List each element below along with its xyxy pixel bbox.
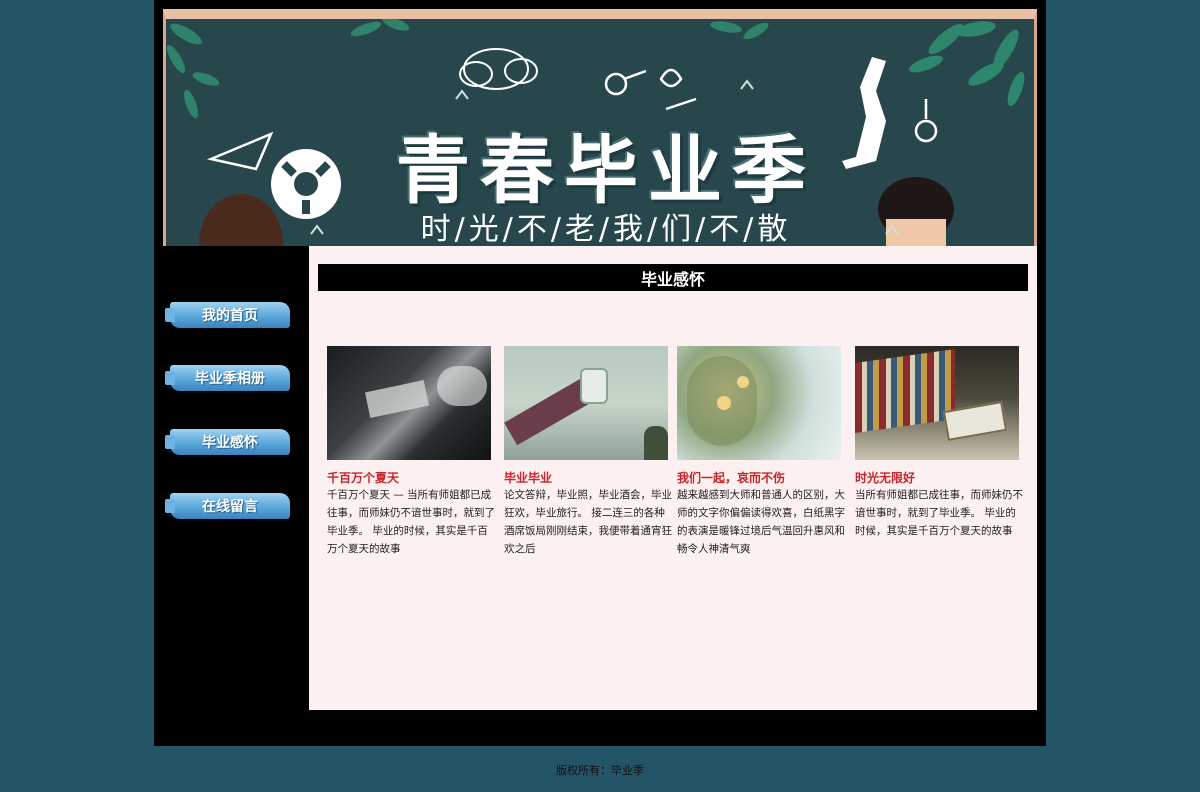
nav-item-home[interactable]: 我的首页	[165, 302, 290, 328]
nav-item-reflections[interactable]: 毕业感怀	[165, 429, 290, 455]
article-title[interactable]: 我们一起，哀而不伤	[677, 470, 845, 486]
article-thumbnail[interactable]	[504, 346, 668, 460]
header-banner: 青春毕业季 时/光/不/老/我/们/不/散	[163, 9, 1037, 246]
article-thumbnail[interactable]	[855, 346, 1019, 460]
article-title[interactable]: 毕业毕业	[504, 470, 672, 486]
banner-title: 青春毕业季	[396, 128, 816, 214]
section-title: 毕业感怀	[318, 264, 1028, 291]
article-card[interactable]: 时光无限好 当所有师姐都已成往事，而师妹仍不谙世事时，就到了毕业季。 毕业的时候…	[855, 346, 1023, 540]
article-title[interactable]: 时光无限好	[855, 470, 1023, 486]
footer-copyright: 版权所有：毕业季	[556, 764, 644, 777]
article-summary: 当所有师姐都已成往事，而师妹仍不谙世事时，就到了毕业季。 毕业的时候，其实是千百…	[855, 489, 1023, 537]
article-thumbnail[interactable]	[677, 346, 841, 460]
main-content: 毕业感怀 千百万个夏天 千百万个夏天 — 当所有师姐都已成往事，而师妹仍不谙世事…	[309, 246, 1037, 710]
article-summary: 论文答辩，毕业照，毕业酒会，毕业狂欢，毕业旅行。 接二连三的各种酒席饭局刚刚结束…	[504, 489, 672, 555]
article-card[interactable]: 我们一起，哀而不伤 越来越感到大师和普通人的区别，大师的文字你偏偏读得欢喜，白纸…	[677, 346, 845, 558]
article-card[interactable]: 毕业毕业 论文答辩，毕业照，毕业酒会，毕业狂欢，毕业旅行。 接二连三的各种酒席饭…	[504, 346, 672, 558]
article-card[interactable]: 千百万个夏天 千百万个夏天 — 当所有师姐都已成往事，而师妹仍不谙世事时，就到了…	[327, 346, 495, 558]
article-summary: 千百万个夏天 — 当所有师姐都已成往事，而师妹仍不谙世事时，就到了毕业季。 毕业…	[327, 489, 495, 555]
banner-subtitle: 时/光/不/老/我/们/不/散	[420, 212, 792, 246]
article-summary: 越来越感到大师和普通人的区别，大师的文字你偏偏读得欢喜，白纸黑字的表演是暖锋过境…	[677, 489, 845, 555]
article-thumbnail[interactable]	[327, 346, 491, 460]
nav-item-album[interactable]: 毕业季相册	[165, 365, 290, 391]
nav-item-guestbook[interactable]: 在线留言	[165, 493, 290, 519]
page-frame: 青春毕业季 时/光/不/老/我/们/不/散 我的首页 毕业季相册 毕业感怀 在线…	[154, 0, 1046, 746]
sidebar-nav: 我的首页 毕业季相册 毕业感怀 在线留言	[154, 246, 309, 746]
article-title[interactable]: 千百万个夏天	[327, 470, 495, 486]
